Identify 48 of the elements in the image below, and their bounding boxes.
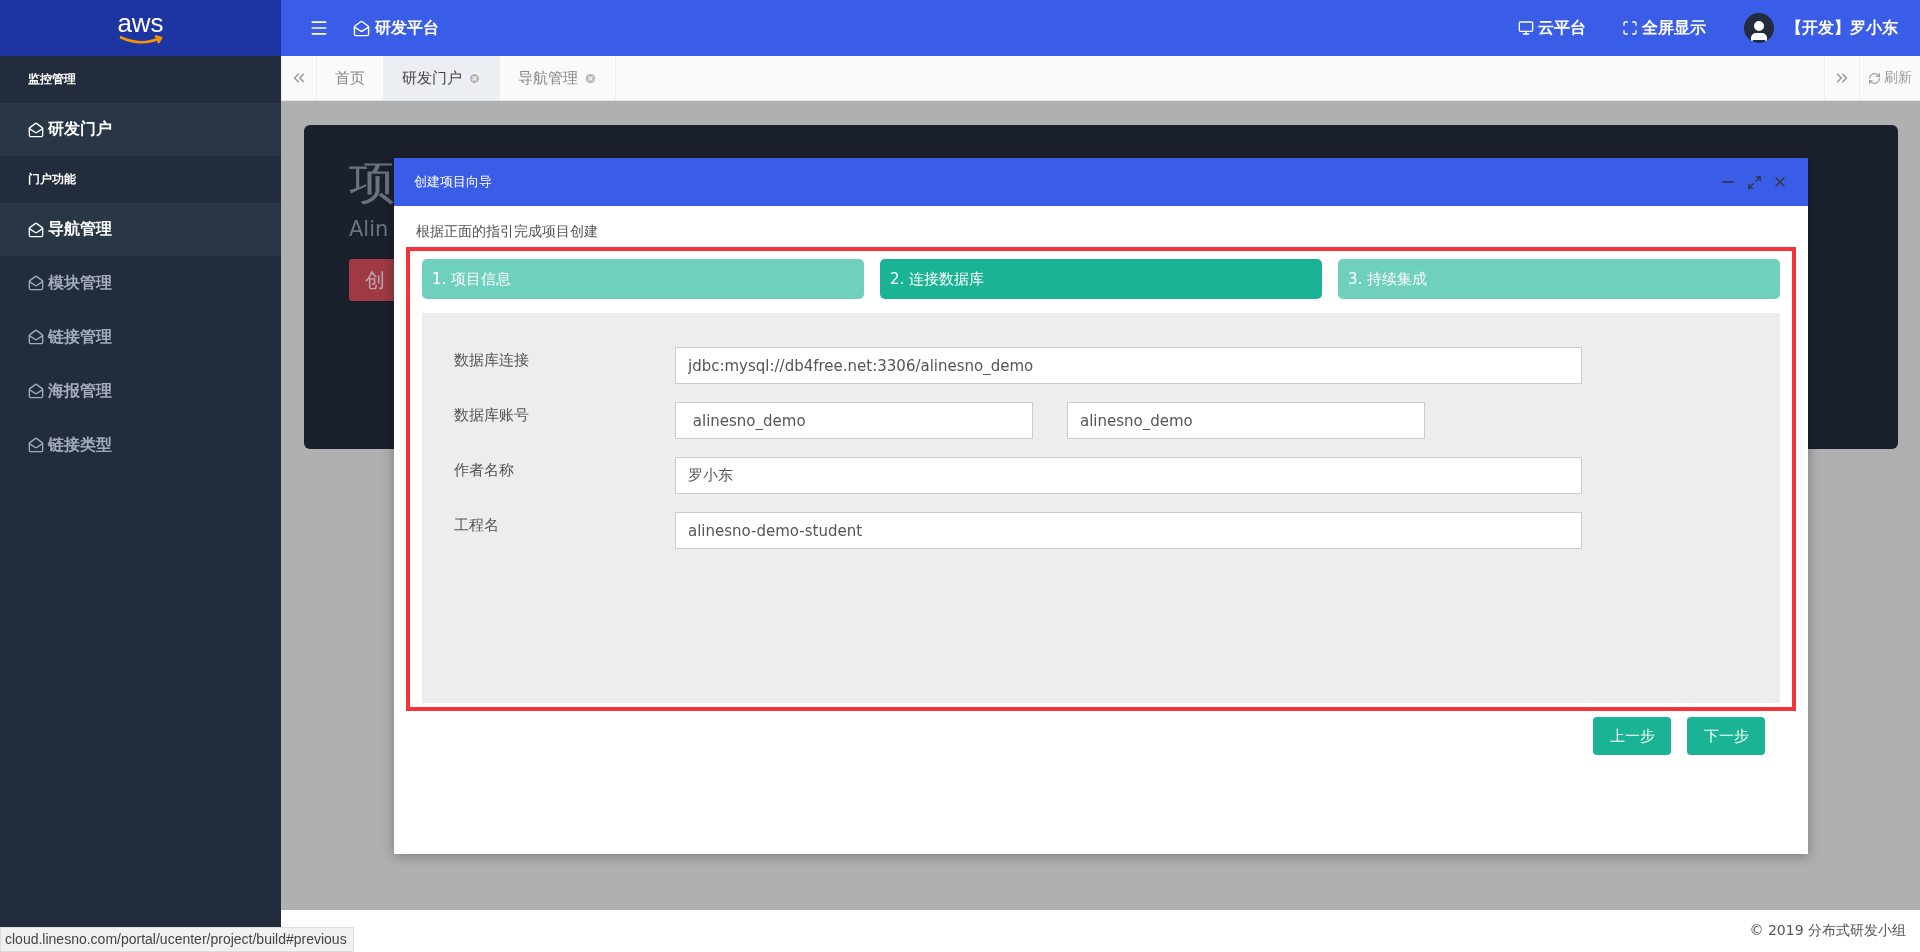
app-title: 研发平台: [375, 17, 439, 39]
maximize-icon[interactable]: [1747, 174, 1762, 190]
scroll-left-button[interactable]: [281, 56, 317, 100]
smile-arrow-icon: [117, 35, 164, 45]
sidebar-item[interactable]: 链接管理: [0, 310, 281, 364]
copyright-text: © 2019 分布式研发小组: [1749, 922, 1906, 940]
envelope-icon: [353, 19, 370, 37]
avatar-icon[interactable]: [1744, 13, 1774, 43]
top-link[interactable]: 全屏显示: [1622, 17, 1706, 39]
input-field[interactable]: jdbc:mysql://db4free.net:3306/alinesno_demo: [675, 347, 1582, 384]
input-field[interactable]: alinesno-demo-student: [675, 512, 1582, 549]
close-icon[interactable]: [584, 71, 597, 85]
page-tab[interactable]: 研发门户: [384, 56, 500, 100]
envelope-icon: [28, 275, 44, 291]
dialog-title: 创建项目向导: [414, 173, 493, 191]
sidebar-item[interactable]: 研发门户: [0, 103, 281, 156]
banner-subtitle: Alin: [349, 217, 389, 241]
logo-text: aws: [117, 11, 164, 35]
field-label: 数据库账号: [454, 405, 530, 425]
field-label: 工程名: [454, 515, 500, 535]
field-label: 数据库连接: [454, 350, 530, 370]
banner-heading: 项: [349, 154, 395, 211]
input-field[interactable]: alinesno_demo: [1067, 402, 1425, 439]
user-name[interactable]: 【开发】罗小东: [1786, 17, 1898, 39]
scroll-right-button[interactable]: [1824, 56, 1860, 100]
expand-icon: [1622, 20, 1638, 36]
input-field[interactable]: alinesno_demo: [675, 402, 1033, 439]
sidebar-item[interactable]: 链接类型: [0, 418, 281, 472]
envelope-icon: [28, 437, 44, 453]
sidebar-item[interactable]: 导航管理: [0, 203, 281, 256]
page-tab[interactable]: 导航管理: [500, 56, 616, 100]
field-label: 作者名称: [454, 460, 515, 480]
sidebar-section-title: 门户功能: [27, 171, 77, 188]
envelope-icon: [28, 221, 44, 238]
sidebar-item[interactable]: 模块管理: [0, 256, 281, 310]
close-icon[interactable]: [468, 71, 481, 85]
envelope-icon: [28, 383, 44, 399]
input-field[interactable]: 罗小东: [675, 457, 1582, 494]
intro-text: 根据正面的指引完成项目创建: [415, 223, 599, 241]
envelope-icon: [28, 121, 44, 138]
monitor-icon: [1518, 20, 1534, 36]
menu-icon[interactable]: [309, 18, 329, 38]
envelope-icon: [28, 329, 44, 345]
refresh-icon: [1868, 71, 1881, 85]
sidebar-section-title: 监控管理: [27, 71, 77, 88]
top-link[interactable]: 云平台: [1518, 17, 1586, 39]
sidebar-item[interactable]: 海报管理: [0, 364, 281, 418]
status-url: cloud.linesno.com/portal/ucenter/project/build#previous: [0, 927, 354, 952]
